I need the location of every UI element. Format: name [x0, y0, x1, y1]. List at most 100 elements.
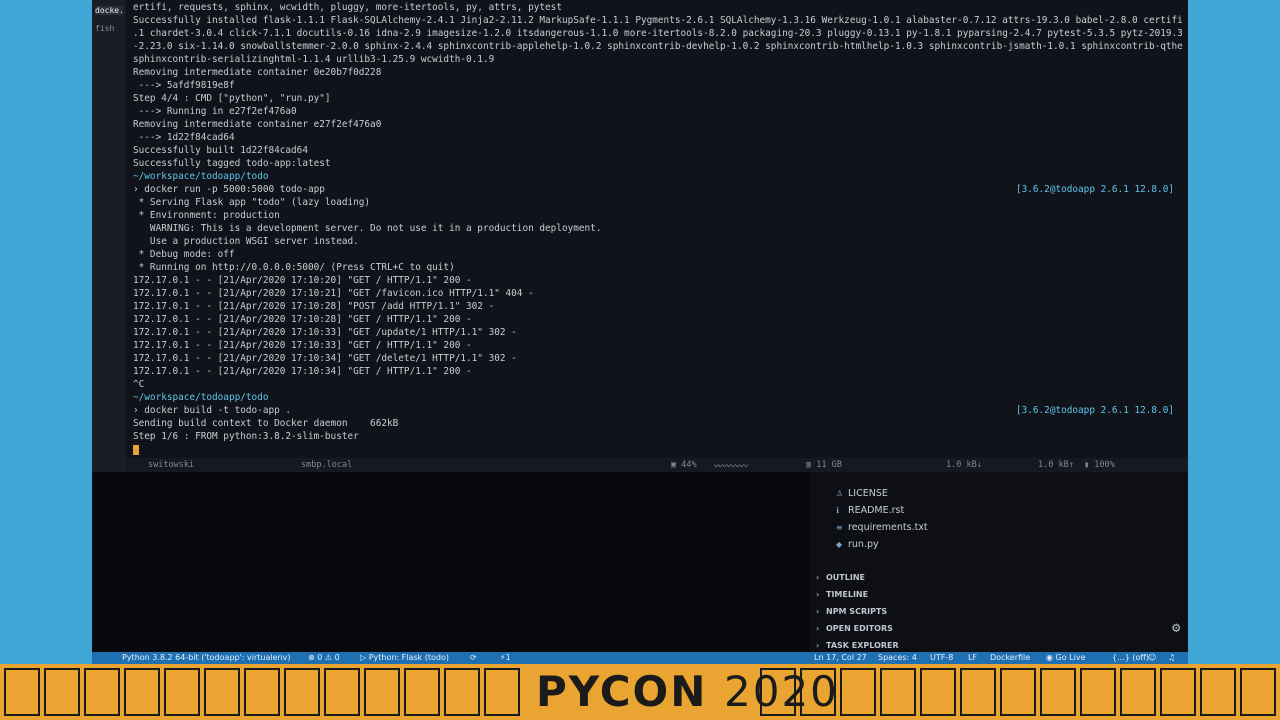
terminal-tab-docker[interactable]: docke... — [95, 6, 123, 15]
prompt-info-right: [3.6.2@todoapp 2.6.1 12.8.0] — [1015, 184, 1174, 195]
run-config[interactable]: ▷ Python: Flask (todo) — [360, 653, 449, 662]
banner-pattern-tile — [364, 668, 400, 716]
terminal-line: Step 4/4 : CMD ["python", "run.py"] — [133, 93, 331, 104]
end-of-line[interactable]: LF — [968, 653, 977, 662]
banner-pattern-tile — [960, 668, 996, 716]
terminal-line: ---> Running in e27f2ef476a0 — [133, 106, 297, 117]
banner-pattern-tile — [404, 668, 440, 716]
encoding[interactable]: UTF-8 — [930, 653, 953, 662]
prettier-status[interactable]: {...} (off) — [1112, 653, 1149, 662]
cursor-position[interactable]: Ln 17, Col 27 — [814, 653, 867, 662]
terminal-line: ertifi, requests, sphinx, wcwidth, plugg… — [133, 2, 562, 13]
net-down: 1.0 kB↓ — [946, 460, 982, 470]
banner-pattern-tile — [4, 668, 40, 716]
terminal-line: sphinxcontrib-serializinghtml-1.1.4 urll… — [133, 54, 495, 65]
banner-pattern-tile — [1200, 668, 1236, 716]
pycon-logo: PYCON 2020 — [536, 667, 839, 716]
readme-icon: ℹ — [836, 506, 840, 515]
pycon-banner: PYCON 2020 — [0, 664, 1280, 720]
banner-pattern-tile — [284, 668, 320, 716]
terminal-line: Successfully tagged todo-app:latest — [133, 158, 331, 169]
explorer-panel: ♙ LICENSE ℹ README.rst ≡ requirements.txt ◆… — [810, 472, 1188, 652]
terminal-window[interactable]: docke... fish ertifi, requests, sphinx, … — [92, 0, 1188, 472]
terminal-line: ~/workspace/todoapp/todo — [133, 171, 269, 182]
net-up: 1.0 kB↑ — [1038, 460, 1074, 470]
banner-pattern-tile — [840, 668, 876, 716]
chevron-right-icon: › — [816, 607, 820, 616]
banner-pattern-tile — [1160, 668, 1196, 716]
status-user: switowski — [148, 460, 195, 470]
terminal-line: ^C — [133, 379, 145, 390]
right-blue-margin — [1188, 0, 1280, 664]
terminal-line: 172.17.0.1 - - [21/Apr/2020 17:10:33] "G… — [133, 327, 517, 338]
terminal-line: Successfully installed flask-1.1.1 Flask… — [133, 15, 1183, 26]
section-timeline[interactable]: › TIMELINE — [816, 590, 868, 599]
terminal-line: .1 chardet-3.0.4 click-7.1.1 docutils-0.… — [133, 28, 1183, 39]
banner-pattern-tile — [124, 668, 160, 716]
sync-icon[interactable]: ⟳ — [470, 653, 477, 662]
terminal-line: Removing intermediate container 0e20b7f0… — [133, 67, 382, 78]
account-icon[interactable]: ☺ — [1148, 653, 1156, 662]
section-open-editors[interactable]: › OPEN EDITORS — [816, 624, 893, 633]
prompt-info-right: [3.6.2@todoapp 2.6.1 12.8.0] — [1015, 405, 1174, 416]
terminal-line: -2.23.0 six-1.14.0 snowballstemmer-2.0.0… — [133, 41, 1183, 52]
terminal-line: 172.17.0.1 - - [21/Apr/2020 17:10:28] "G… — [133, 314, 472, 325]
terminal-line: * Serving Flask app "todo" (lazy loading… — [133, 197, 371, 208]
banner-pattern-tile — [84, 668, 120, 716]
banner-pattern-tile — [484, 668, 520, 716]
banner-pattern-tile — [244, 668, 280, 716]
section-npm-scripts[interactable]: › NPM SCRIPTS — [816, 607, 887, 616]
banner-pattern-tile — [1040, 668, 1076, 716]
chevron-right-icon: › — [816, 590, 820, 599]
mem-value: 11 GB — [816, 460, 842, 470]
terminal-output: ertifi, requests, sphinx, wcwidth, plugg… — [133, 1, 1183, 456]
editor-status-bar: Python 3.8.2 64-bit ('todoapp': virtuale… — [92, 652, 1188, 664]
terminal-line: * Debug mode: off — [133, 249, 235, 260]
terminal-line: Use a production WSGI server instead. — [133, 236, 359, 247]
text-file-icon: ≡ — [836, 523, 843, 532]
terminal-line: Sending build context to Docker daemon 6… — [133, 418, 399, 429]
banner-pattern-tile — [444, 668, 480, 716]
terminal-prompt-line[interactable] — [133, 443, 1183, 456]
terminal-line: 172.17.0.1 - - [21/Apr/2020 17:10:21] "G… — [133, 288, 534, 299]
banner-pattern-tile — [204, 668, 240, 716]
terminal-line: 172.17.0.1 - - [21/Apr/2020 17:10:34] "G… — [133, 353, 517, 364]
terminal-line: 172.17.0.1 - - [21/Apr/2020 17:10:33] "G… — [133, 340, 472, 351]
banner-pattern-tile — [1080, 668, 1116, 716]
tmux-status-line: switowski smbp.local ▣ 44% 〰〰〰〰 ▥ 11 GB … — [126, 458, 1188, 472]
terminal-line: Step 1/6 : FROM python:3.8.2-slim-buster — [133, 431, 359, 442]
file-license[interactable]: ♙ LICENSE — [836, 488, 888, 499]
chevron-right-icon: › — [816, 641, 820, 650]
section-outline[interactable]: › OUTLINE — [816, 573, 865, 582]
python-interpreter[interactable]: Python 3.8.2 64-bit ('todoapp': virtuale… — [122, 653, 290, 662]
battery-value: 100% — [1094, 460, 1115, 470]
terminal-line: Removing intermediate container e27f2ef4… — [133, 119, 382, 130]
banner-pattern-tile — [324, 668, 360, 716]
banner-pattern-tile — [1240, 668, 1276, 716]
file-requirements[interactable]: ≡ requirements.txt — [836, 522, 928, 533]
chevron-right-icon: › — [816, 573, 820, 582]
go-live-button[interactable]: ◉ Go Live — [1046, 653, 1086, 662]
section-task-explorer[interactable]: › TASK EXPLORER — [816, 641, 899, 650]
file-run-py[interactable]: ◆ run.py — [836, 539, 879, 550]
cpu-value: 44% — [681, 460, 697, 470]
problems-count[interactable]: ⊗ 0 ⚠ 0 — [308, 653, 340, 662]
bell-icon[interactable]: ♫ — [1168, 653, 1175, 662]
text-cursor — [133, 444, 139, 455]
license-icon: ♙ — [836, 489, 844, 498]
terminal-tab-fish[interactable]: fish — [95, 24, 123, 33]
banner-pattern-tile — [920, 668, 956, 716]
banner-pattern-tile — [1000, 668, 1036, 716]
indentation[interactable]: Spaces: 4 — [878, 653, 917, 662]
language-mode[interactable]: Dockerfile — [990, 653, 1030, 662]
terminal-line: * Running on http://0.0.0.0:5000/ (Press… — [133, 262, 455, 273]
python-file-icon: ◆ — [836, 540, 843, 549]
file-readme[interactable]: ℹ README.rst — [836, 505, 904, 516]
left-blue-margin — [0, 0, 92, 664]
cpu-sparkline-icon: 〰〰〰〰 — [714, 462, 749, 472]
terminal-line: WARNING: This is a development server. D… — [133, 223, 602, 234]
cpu-readout: ▣ 44% — [671, 460, 697, 470]
battery-readout: ▮ 100% — [1084, 460, 1115, 470]
terminal-line: ~/workspace/todoapp/todo — [133, 392, 269, 403]
gear-icon[interactable]: ⚙ — [1172, 620, 1180, 636]
